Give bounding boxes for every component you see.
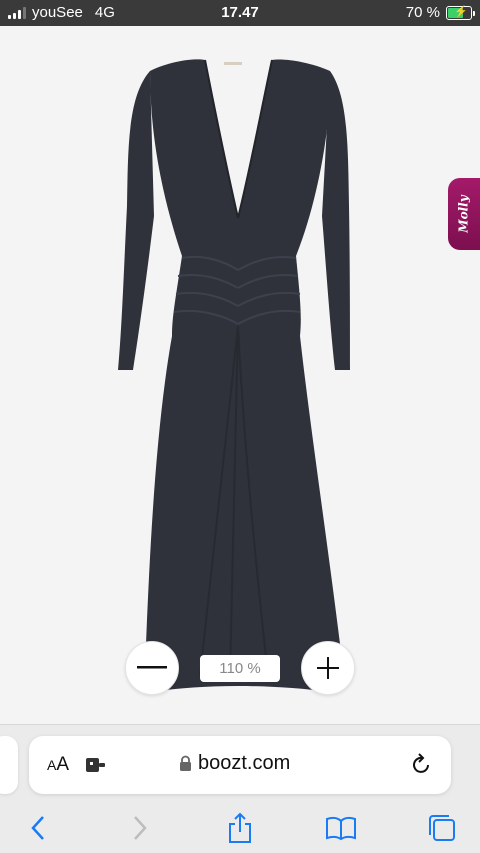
dress-photo bbox=[118, 59, 350, 693]
minus-icon bbox=[137, 666, 167, 669]
browser-toolbar bbox=[0, 805, 480, 845]
extension-icon[interactable] bbox=[85, 756, 107, 774]
signal-strength-icon bbox=[8, 6, 26, 19]
molly-side-tab[interactable]: Molly bbox=[448, 178, 480, 250]
url-display[interactable]: boozt.com bbox=[179, 752, 290, 775]
molly-tab-label: Molly bbox=[457, 195, 472, 233]
battery-percent: 70 % bbox=[405, 4, 440, 21]
zoom-out-button[interactable] bbox=[125, 641, 179, 695]
status-bar: youSee 4G 17.47 70 % ⚡ bbox=[0, 0, 480, 26]
address-bar[interactable]: A A boozt.com bbox=[29, 736, 451, 794]
battery-icon: ⚡ bbox=[446, 5, 475, 20]
carrier-name: youSee bbox=[32, 4, 83, 21]
zoom-in-button[interactable] bbox=[301, 641, 355, 695]
url-text: boozt.com bbox=[198, 752, 291, 774]
browser-chrome: A A boozt.com bbox=[0, 724, 480, 853]
status-right: 70 % ⚡ bbox=[405, 4, 475, 21]
text-size-button[interactable]: A A bbox=[47, 754, 69, 776]
bookmarks-icon bbox=[326, 816, 356, 841]
forward-button[interactable] bbox=[122, 811, 158, 845]
reload-icon[interactable] bbox=[411, 753, 433, 777]
back-button[interactable] bbox=[20, 811, 56, 845]
product-image-viewer[interactable]: Molly 110 % bbox=[0, 26, 480, 724]
bookmarks-button[interactable] bbox=[323, 811, 359, 845]
share-icon bbox=[229, 812, 251, 843]
status-left: youSee 4G bbox=[8, 4, 115, 21]
network-type: 4G bbox=[94, 4, 115, 21]
charging-bolt-icon: ⚡ bbox=[454, 5, 468, 18]
zoom-level: 110 % bbox=[200, 655, 280, 682]
back-arrow-icon bbox=[31, 816, 44, 840]
tabs-button[interactable] bbox=[424, 811, 460, 845]
text-size-large-a: A bbox=[56, 754, 70, 775]
previous-tab-card[interactable] bbox=[0, 736, 18, 794]
lock-icon bbox=[180, 755, 191, 771]
plus-icon bbox=[317, 657, 339, 679]
forward-arrow-icon bbox=[134, 816, 147, 840]
tabs-icon bbox=[429, 815, 455, 841]
share-button[interactable] bbox=[222, 811, 258, 845]
text-size-small-a: A bbox=[47, 757, 57, 773]
